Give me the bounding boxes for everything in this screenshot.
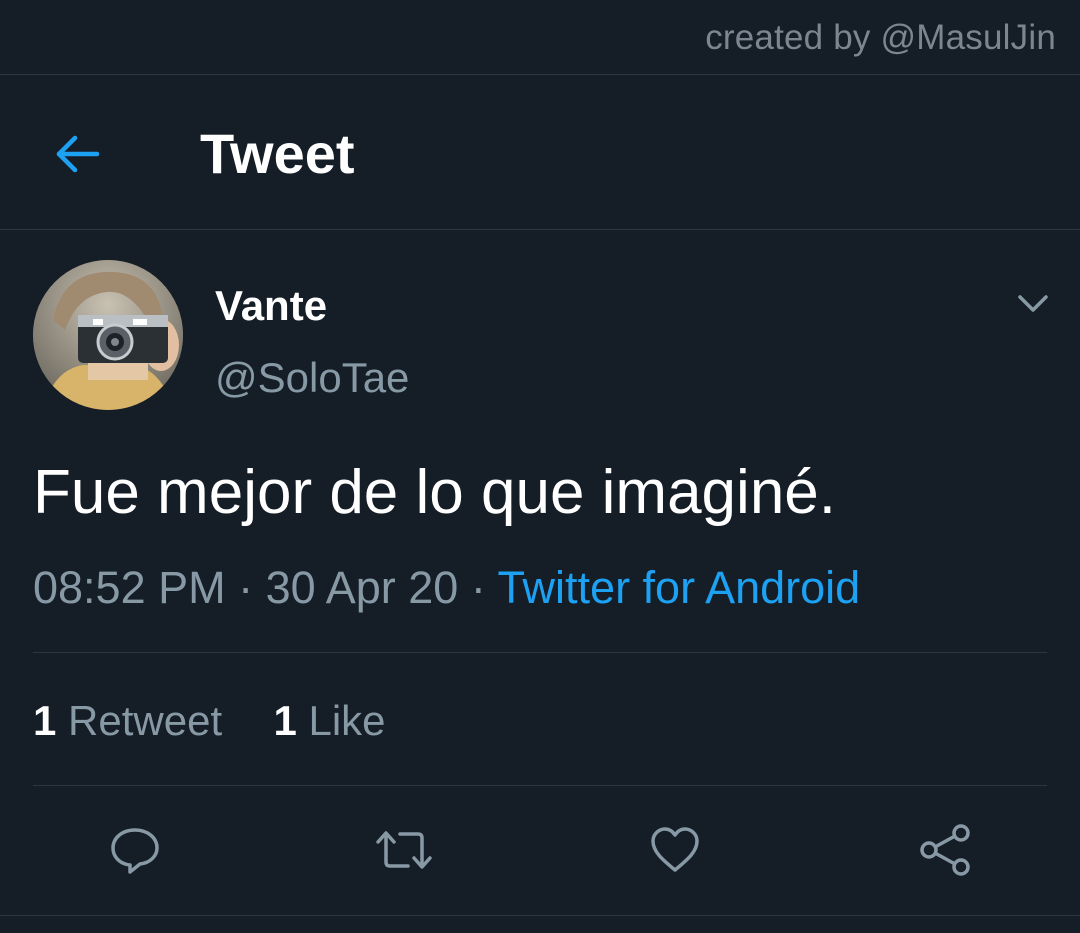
creator-credit: created by @MasulJin xyxy=(705,18,1056,57)
reply-button[interactable] xyxy=(105,820,165,880)
avatar-photo xyxy=(33,260,183,410)
likes-label: Like xyxy=(308,697,386,744)
retweet-button[interactable] xyxy=(374,820,434,880)
header: Tweet xyxy=(0,75,1080,230)
credit-bar: created by @MasulJin xyxy=(0,0,1080,75)
tweet-time: 08:52 PM xyxy=(33,562,226,613)
retweet-icon xyxy=(376,831,432,869)
divider xyxy=(0,915,1080,916)
arrow-left-icon xyxy=(56,135,100,173)
user-handle[interactable]: @SoloTae xyxy=(215,353,409,403)
page-title: Tweet xyxy=(200,122,355,185)
likes-stat[interactable]: 1 Like xyxy=(273,697,385,744)
tweet-menu-button[interactable] xyxy=(1010,280,1056,326)
reply-icon xyxy=(111,828,159,874)
tweet-source-link[interactable]: Twitter for Android xyxy=(498,562,861,613)
like-button[interactable] xyxy=(645,820,705,880)
likes-count: 1 xyxy=(273,697,297,744)
back-button[interactable] xyxy=(44,121,110,187)
engagement-stats: 1 Retweet 1 Like xyxy=(33,694,386,748)
tweet-meta: 08:52 PM · 30 Apr 20 · Twitter for Andro… xyxy=(33,560,860,616)
display-name[interactable]: Vante xyxy=(215,281,327,331)
heart-icon xyxy=(651,827,699,872)
action-bar xyxy=(0,815,1080,885)
chevron-down-icon xyxy=(1018,295,1048,312)
retweets-stat[interactable]: 1 Retweet xyxy=(33,697,222,744)
tweet-text: Fue mejor de lo que imaginé. xyxy=(33,458,837,527)
meta-separator: · xyxy=(238,562,254,613)
retweets-count: 1 xyxy=(33,697,57,744)
share-icon xyxy=(920,824,970,876)
share-button[interactable] xyxy=(915,820,975,880)
tweet-date: 30 Apr 20 xyxy=(265,562,459,613)
retweets-label: Retweet xyxy=(68,697,223,744)
divider xyxy=(33,652,1047,653)
divider xyxy=(33,785,1047,786)
avatar[interactable] xyxy=(33,260,183,410)
meta-separator: · xyxy=(470,562,486,613)
